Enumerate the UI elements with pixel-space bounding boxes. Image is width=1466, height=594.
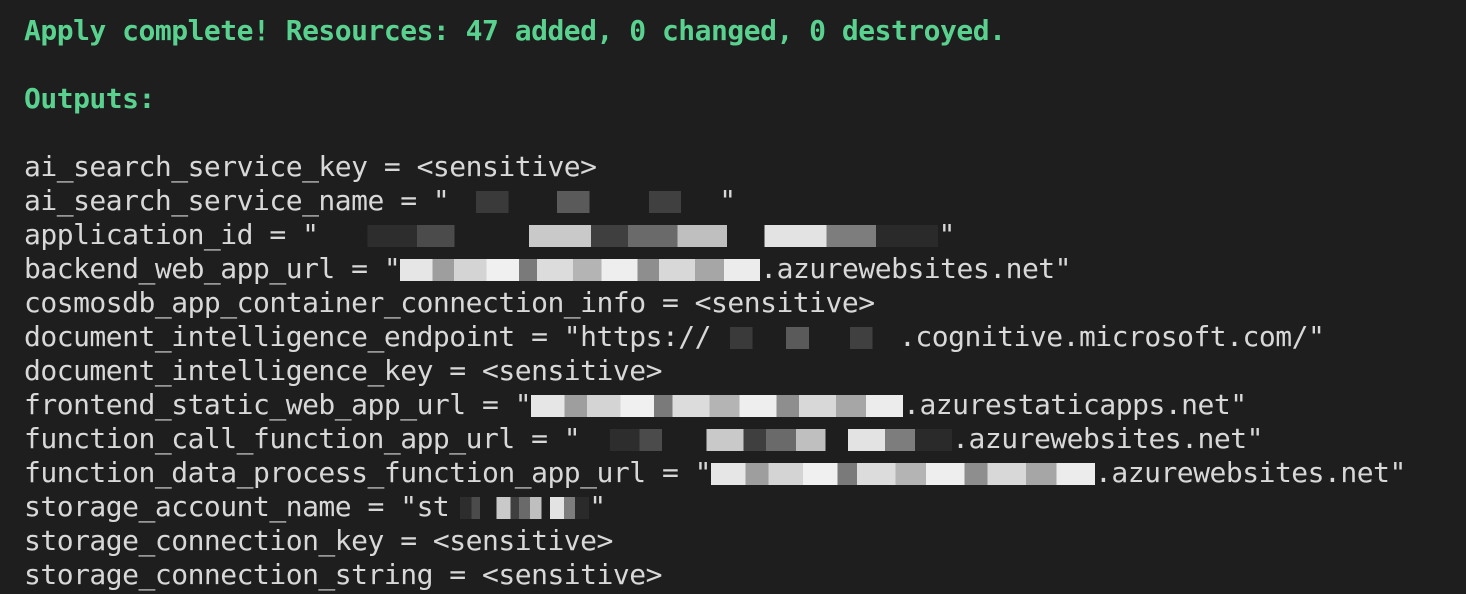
output-suffix: .azurewebsites.net"	[1095, 456, 1406, 489]
redacted-value	[531, 395, 904, 417]
output-prefix: frontend_static_web_app_url = "	[24, 388, 532, 421]
redacted-value	[711, 327, 900, 349]
output-prefix: document_intelligence_endpoint = "https:…	[24, 320, 712, 353]
apply-summary: Apply complete! Resources: 47 added, 0 c…	[24, 14, 1006, 47]
output-application-id: application_id = " "	[24, 218, 1466, 252]
output-backend-web-app-url: backend_web_app_url = " .azurewebsites.ne…	[24, 252, 1466, 286]
output-ai-search-service-name: ai_search_service_name = " "	[24, 184, 1466, 218]
output-prefix: application_id = "	[24, 218, 319, 251]
output-document-intelligence-key: document_intelligence_key = <sensitive>	[24, 354, 662, 387]
output-suffix: .azurestaticapps.net"	[903, 388, 1247, 421]
output-document-intelligence-endpoint: document_intelligence_endpoint = "https:…	[24, 320, 1466, 354]
output-cosmosdb-connection-info: cosmosdb_app_container_connection_info =…	[24, 286, 875, 319]
redacted-value	[449, 191, 720, 213]
output-prefix: ai_search_service_name = "	[24, 184, 450, 217]
redacted-value	[400, 259, 761, 281]
output-suffix: "	[589, 490, 606, 523]
output-suffix: "	[719, 184, 736, 217]
redacted-value	[449, 497, 590, 519]
output-prefix: storage_account_name = "st	[24, 490, 450, 523]
outputs-header: Outputs:	[24, 82, 155, 115]
output-suffix: .cognitive.microsoft.com/"	[899, 320, 1325, 353]
output-prefix: function_data_process_function_app_url =…	[24, 456, 712, 489]
output-storage-account-name: storage_account_name = "st "	[24, 490, 1466, 524]
redacted-value	[580, 429, 953, 451]
output-suffix: .azurewebsites.net"	[952, 422, 1263, 455]
output-function-call-function-app-url: function_call_function_app_url = " .azure…	[24, 422, 1466, 456]
redacted-value	[711, 463, 1096, 485]
terminal-window: { "summary": "Apply complete! Resources:…	[0, 0, 1466, 594]
output-ai-search-service-key: ai_search_service_key = <sensitive>	[24, 150, 597, 183]
output-suffix: .azurewebsites.net"	[760, 252, 1072, 285]
output-function-data-process-function-app-url: function_data_process_function_app_url =…	[24, 456, 1466, 490]
output-frontend-static-web-app-url: frontend_static_web_app_url = " .azuresta…	[24, 388, 1466, 422]
output-storage-connection-string: storage_connection_string = <sensitive>	[24, 558, 662, 591]
output-prefix: backend_web_app_url = "	[24, 252, 401, 285]
redacted-value	[318, 225, 939, 247]
output-storage-connection-key: storage_connection_key = <sensitive>	[24, 524, 613, 557]
terminal-output[interactable]: Apply complete! Resources: 47 added, 0 c…	[24, 14, 1466, 594]
output-suffix: "	[938, 218, 955, 251]
output-prefix: function_call_function_app_url = "	[24, 422, 581, 455]
